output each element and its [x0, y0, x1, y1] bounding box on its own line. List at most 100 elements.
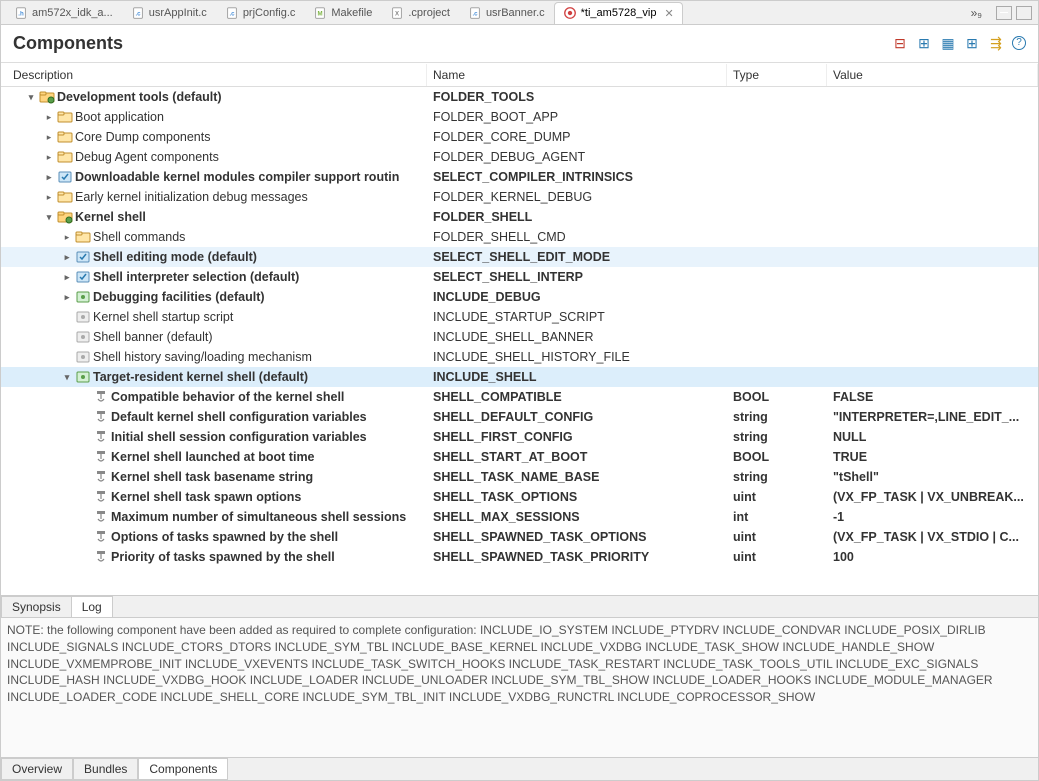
tab-label: usrAppInit.c — [149, 7, 207, 19]
folder-root-icon — [57, 209, 73, 225]
show-tree-icon[interactable]: ⊞ — [964, 36, 980, 52]
tree-row[interactable]: ▾ Target-resident kernel shell (default)… — [1, 367, 1038, 387]
bottom-tab[interactable]: Synopsis — [1, 596, 72, 617]
row-value: (VX_FP_TASK | VX_STDIO | C... — [827, 530, 1038, 544]
tree-row[interactable]: ▾ Development tools (default) FOLDER_TOO… — [1, 87, 1038, 107]
row-description: Initial shell session configuration vari… — [111, 430, 367, 444]
expander-icon[interactable]: ▸ — [43, 172, 55, 183]
expander-icon[interactable]: ▾ — [61, 372, 73, 383]
collapse-all-icon[interactable]: ⊟ — [892, 36, 908, 52]
tab-label: .cproject — [408, 7, 450, 19]
tree-row[interactable]: ▾ Kernel shell FOLDER_SHELL — [1, 207, 1038, 227]
col-value[interactable]: Value — [827, 64, 1038, 86]
file-c-icon: .c — [468, 6, 482, 20]
footer-tab[interactable]: Overview — [1, 758, 73, 780]
row-name: SELECT_COMPILER_INTRINSICS — [427, 170, 727, 184]
expander-icon[interactable]: ▸ — [43, 192, 55, 203]
tree-row[interactable]: Kernel shell task basename string SHELL_… — [1, 467, 1038, 487]
row-name: FOLDER_TOOLS — [427, 90, 727, 104]
tree-row[interactable]: ▸ Early kernel initialization debug mess… — [1, 187, 1038, 207]
expander-icon[interactable]: ▸ — [43, 152, 55, 163]
tree-row[interactable]: ▸ Debugging facilities (default) INCLUDE… — [1, 287, 1038, 307]
file-x-icon: X — [390, 6, 404, 20]
tree-row[interactable]: ▸ Shell interpreter selection (default) … — [1, 267, 1038, 287]
minimize-icon[interactable] — [996, 6, 1012, 20]
footer-tab[interactable]: Bundles — [73, 758, 138, 780]
editor-tab[interactable]: X .cproject — [381, 2, 459, 24]
row-description: Shell editing mode (default) — [93, 250, 257, 264]
expander-icon[interactable]: ▸ — [61, 272, 73, 283]
prop-icon — [93, 509, 109, 525]
tree-header: Description Name Type Value — [1, 63, 1038, 87]
prop-icon — [93, 429, 109, 445]
row-description: Kernel shell launched at boot time — [111, 450, 315, 464]
tree-row[interactable]: Shell banner (default) INCLUDE_SHELL_BAN… — [1, 327, 1038, 347]
row-name: SHELL_SPAWNED_TASK_OPTIONS — [427, 530, 727, 544]
tree-row[interactable]: ▸ Core Dump components FOLDER_CORE_DUMP — [1, 127, 1038, 147]
col-description[interactable]: Description — [7, 64, 427, 86]
editor-tab[interactable]: *ti_am5728_vip✕ — [554, 2, 683, 24]
row-name: SHELL_TASK_NAME_BASE — [427, 470, 727, 484]
tree-row[interactable]: ▸ Boot application FOLDER_BOOT_APP — [1, 107, 1038, 127]
tree-row[interactable]: Kernel shell startup script INCLUDE_STAR… — [1, 307, 1038, 327]
tree-row[interactable]: Kernel shell task spawn options SHELL_TA… — [1, 487, 1038, 507]
tree-row[interactable]: Compatible behavior of the kernel shell … — [1, 387, 1038, 407]
tree-row[interactable]: ▸ Downloadable kernel modules compiler s… — [1, 167, 1038, 187]
editor-tab[interactable]: .ham572x_idk_a... — [5, 2, 122, 24]
filter-icon[interactable]: ⇶ — [988, 36, 1004, 52]
row-value: TRUE — [827, 450, 1038, 464]
log-panel[interactable]: NOTE: the following component have been … — [1, 618, 1038, 758]
folder-root-icon — [39, 89, 55, 105]
tree-row[interactable]: Options of tasks spawned by the shell SH… — [1, 527, 1038, 547]
row-description: Early kernel initialization debug messag… — [75, 190, 308, 204]
bottom-tab[interactable]: Log — [71, 596, 113, 617]
col-name[interactable]: Name — [427, 64, 727, 86]
col-type[interactable]: Type — [727, 64, 827, 86]
editor-tab[interactable]: .c usrBanner.c — [459, 2, 554, 24]
row-description: Shell banner (default) — [93, 330, 213, 344]
tree-row[interactable]: Shell history saving/loading mechanism I… — [1, 347, 1038, 367]
close-icon[interactable]: ✕ — [664, 7, 673, 20]
expander-icon[interactable]: ▸ — [61, 232, 73, 243]
row-name: INCLUDE_STARTUP_SCRIPT — [427, 310, 727, 324]
row-description: Shell interpreter selection (default) — [93, 270, 299, 284]
page-header: Components ⊟ ⊞ ▦ ⊞ ⇶ ? — [1, 25, 1038, 63]
row-type: string — [727, 430, 827, 444]
tree-row[interactable]: Initial shell session configuration vari… — [1, 427, 1038, 447]
tree-row[interactable]: Priority of tasks spawned by the shell S… — [1, 547, 1038, 567]
row-description: Debug Agent components — [75, 150, 219, 164]
tree-row[interactable]: ▸ Debug Agent components FOLDER_DEBUG_AG… — [1, 147, 1038, 167]
tree-row[interactable]: ▸ Shell editing mode (default) SELECT_SH… — [1, 247, 1038, 267]
help-icon[interactable]: ? — [1012, 36, 1026, 50]
show-flat-icon[interactable]: ▦ — [940, 36, 956, 52]
footer-tabbar: OverviewBundlesComponents — [1, 758, 1038, 780]
row-name: INCLUDE_DEBUG — [427, 290, 727, 304]
expander-icon[interactable]: ▾ — [25, 92, 37, 103]
row-type: uint — [727, 530, 827, 544]
row-type: BOOL — [727, 390, 827, 404]
component-tree[interactable]: Description Name Type Value ▾ Developmen… — [1, 63, 1038, 596]
editor-tab[interactable]: MMakefile — [304, 2, 381, 24]
header-actions: ⊟ ⊞ ▦ ⊞ ⇶ ? — [892, 36, 1026, 52]
expand-all-icon[interactable]: ⊞ — [916, 36, 932, 52]
expander-icon[interactable]: ▸ — [43, 112, 55, 123]
row-name: SHELL_FIRST_CONFIG — [427, 430, 727, 444]
footer-tab[interactable]: Components — [138, 758, 228, 780]
tree-row[interactable]: ▸ Shell commands FOLDER_SHELL_CMD — [1, 227, 1038, 247]
expander-icon[interactable]: ▾ — [43, 212, 55, 223]
row-value: "tShell" — [827, 470, 1038, 484]
expander-icon[interactable]: ▸ — [43, 132, 55, 143]
expander-icon[interactable]: ▸ — [61, 292, 73, 303]
tree-row[interactable]: Default kernel shell configuration varia… — [1, 407, 1038, 427]
tree-row[interactable]: Kernel shell launched at boot time SHELL… — [1, 447, 1038, 467]
tree-row[interactable]: Maximum number of simultaneous shell ses… — [1, 507, 1038, 527]
row-type: uint — [727, 550, 827, 564]
tab-label: prjConfig.c — [243, 7, 296, 19]
editor-tab[interactable]: .cusrAppInit.c — [122, 2, 216, 24]
row-name: INCLUDE_SHELL_HISTORY_FILE — [427, 350, 727, 364]
tab-overflow-button[interactable]: »₉ — [963, 6, 990, 20]
maximize-icon[interactable] — [1016, 6, 1032, 20]
expander-icon[interactable]: ▸ — [61, 252, 73, 263]
tab-label: usrBanner.c — [486, 7, 545, 19]
editor-tab[interactable]: .cprjConfig.c — [216, 2, 305, 24]
